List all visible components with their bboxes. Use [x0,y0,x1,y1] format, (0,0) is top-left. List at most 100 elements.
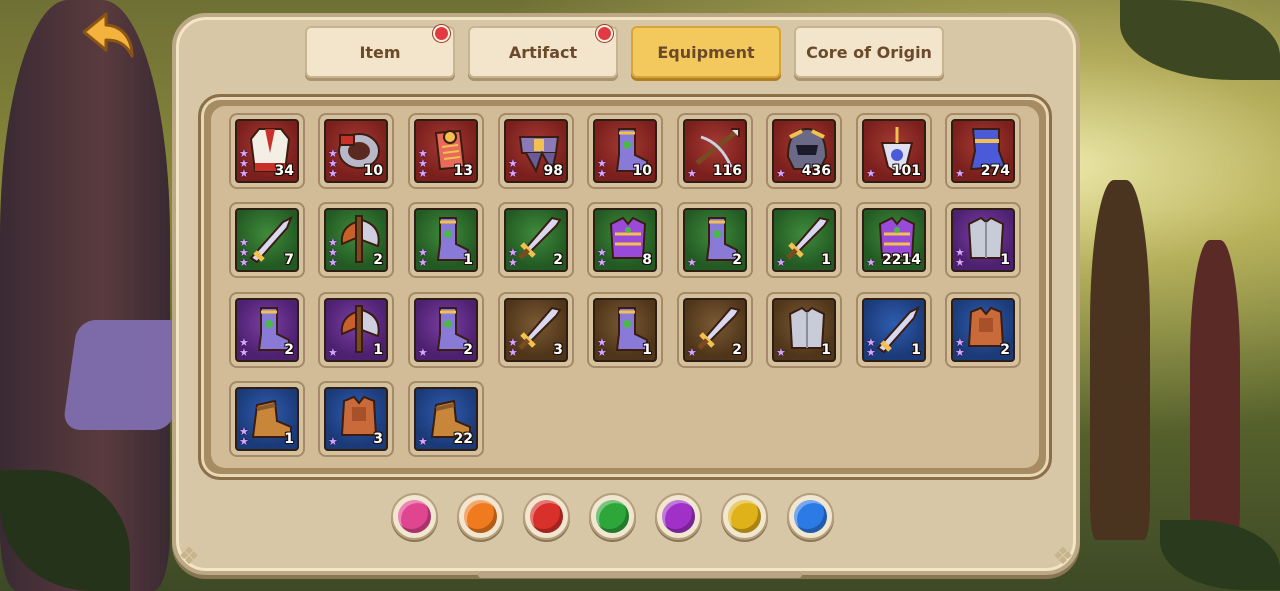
equipment-slot[interactable]: ★ 2 [677,292,753,368]
item-count: 2214 [882,252,921,268]
equipment-slot[interactable]: ★ 2 [408,292,484,368]
equipment-slot[interactable]: ★ 101 [856,113,932,189]
filter-pink-button[interactable] [391,493,438,540]
equipment-slot[interactable]: ★ ★ ★ 10 [318,113,394,189]
star-icon: ★ [328,435,338,448]
equipment-slot[interactable]: ★ 274 [945,113,1021,189]
star-rating: ★ [687,167,697,180]
star-icon: ★ [418,167,428,180]
scrollbar[interactable] [478,571,802,578]
gem-icon [398,500,431,533]
star-icon: ★ [687,346,697,359]
item-count: 2 [284,342,294,358]
star-rating: ★ [955,168,965,179]
star-icon: ★ [955,346,965,359]
equipment-slot[interactable]: ★ 116 [677,113,753,189]
corner-ornament-icon: ❖ [1052,542,1074,570]
equipment-slot[interactable]: ★ 2214 [856,202,932,278]
equipment-slot[interactable]: ★ ★ ★ 2 [318,202,394,278]
star-icon: ★ [776,256,786,269]
equipment-slot[interactable]: ★ ★ 8 [587,202,663,278]
equipment-slot[interactable]: ★ ★ ★ 13 [408,113,484,189]
equipment-slot[interactable]: ★ ★ 3 [498,292,574,368]
equipment-slot[interactable]: ★ 1 [318,292,394,368]
star-icon: ★ [418,256,428,269]
item-count: 116 [712,163,742,179]
star-icon: ★ [955,256,965,269]
star-rating: ★ ★ [508,247,518,269]
star-icon: ★ [866,167,876,180]
star-rating: ★ ★ [508,158,518,180]
back-arrow-icon[interactable] [80,10,138,60]
item-count: 13 [453,163,473,179]
tab-label: Item [359,42,401,62]
tab-label: Equipment [657,42,755,62]
star-icon: ★ [328,346,338,359]
item-count: 10 [632,163,652,179]
star-rating: ★ [418,436,428,447]
gem-icon [728,500,761,533]
star-icon: ★ [328,256,338,269]
gem-icon [794,500,827,533]
star-icon: ★ [508,167,518,180]
star-rating: ★ [776,168,786,179]
equipment-slot[interactable]: ★ ★ 1 [229,381,305,457]
star-icon: ★ [239,346,249,359]
item-count: 22 [453,431,473,447]
tab-label: Artifact [508,42,578,62]
star-icon: ★ [597,167,607,180]
tab-artifact[interactable]: Artifact [468,25,618,78]
equipment-slot[interactable]: ★ 22 [408,381,484,457]
equipment-slot[interactable]: ★ ★ 98 [498,113,574,189]
item-count: 1 [821,342,831,358]
star-rating: ★ ★ [508,337,518,359]
filter-orange-button[interactable] [457,493,504,540]
item-count: 2 [732,342,742,358]
tab-core-of-origin[interactable]: Core of Origin [794,26,944,78]
filter-red-button[interactable] [523,493,570,540]
corner-ornament-icon: ❖ [178,542,200,570]
star-rating: ★ ★ [597,158,607,180]
notification-dot-icon [433,25,450,42]
rarity-filter-bar [391,493,834,540]
equipment-slot[interactable]: ★ ★ ★ 34 [229,113,305,189]
filter-purple-button[interactable] [655,493,702,540]
equipment-slot[interactable]: ★ ★ 2 [945,292,1021,368]
star-icon: ★ [776,346,786,359]
item-count: 3 [553,342,563,358]
equipment-slot[interactable]: ★ ★ 1 [408,202,484,278]
star-icon: ★ [508,346,518,359]
equipment-slot[interactable]: ★ 1 [766,292,842,368]
equipment-slot[interactable]: ★ 3 [318,381,394,457]
star-rating: ★ [328,346,338,359]
tab-label: Core of Origin [806,42,932,62]
item-count: 3 [373,431,383,447]
star-rating: ★ ★ [955,247,965,269]
equipment-slot[interactable]: ★ ★ 1 [587,292,663,368]
star-icon: ★ [239,435,249,448]
equipment-slot[interactable]: ★ 2 [677,202,753,278]
equipment-slot[interactable]: ★ ★ 2 [498,202,574,278]
equipment-slot[interactable]: ★ ★ 2 [229,292,305,368]
item-count: 2 [732,252,742,268]
item-count: 2 [553,252,563,268]
equipment-slot[interactable]: ★ 436 [766,113,842,189]
item-count: 1 [642,342,652,358]
equipment-slot[interactable]: ★ ★ 1 [856,292,932,368]
item-count: 1 [821,252,831,268]
star-icon: ★ [866,346,876,359]
star-rating: ★ ★ [866,337,876,359]
filter-blue-button[interactable] [787,493,834,540]
star-rating: ★ ★ [418,247,428,269]
equipment-slot[interactable]: ★ ★ 10 [587,113,663,189]
equipment-slot[interactable]: ★ ★ ★ 7 [229,202,305,278]
star-rating: ★ [866,257,876,268]
tab-equipment[interactable]: Equipment [631,26,781,78]
filter-green-button[interactable] [589,493,636,540]
equipment-slot[interactable]: ★ ★ 1 [945,202,1021,278]
tab-item[interactable]: Item [305,25,455,78]
filter-yellow-button[interactable] [721,493,768,540]
star-icon: ★ [687,167,697,180]
equipment-slot[interactable]: ★ 1 [766,202,842,278]
star-icon: ★ [508,256,518,269]
